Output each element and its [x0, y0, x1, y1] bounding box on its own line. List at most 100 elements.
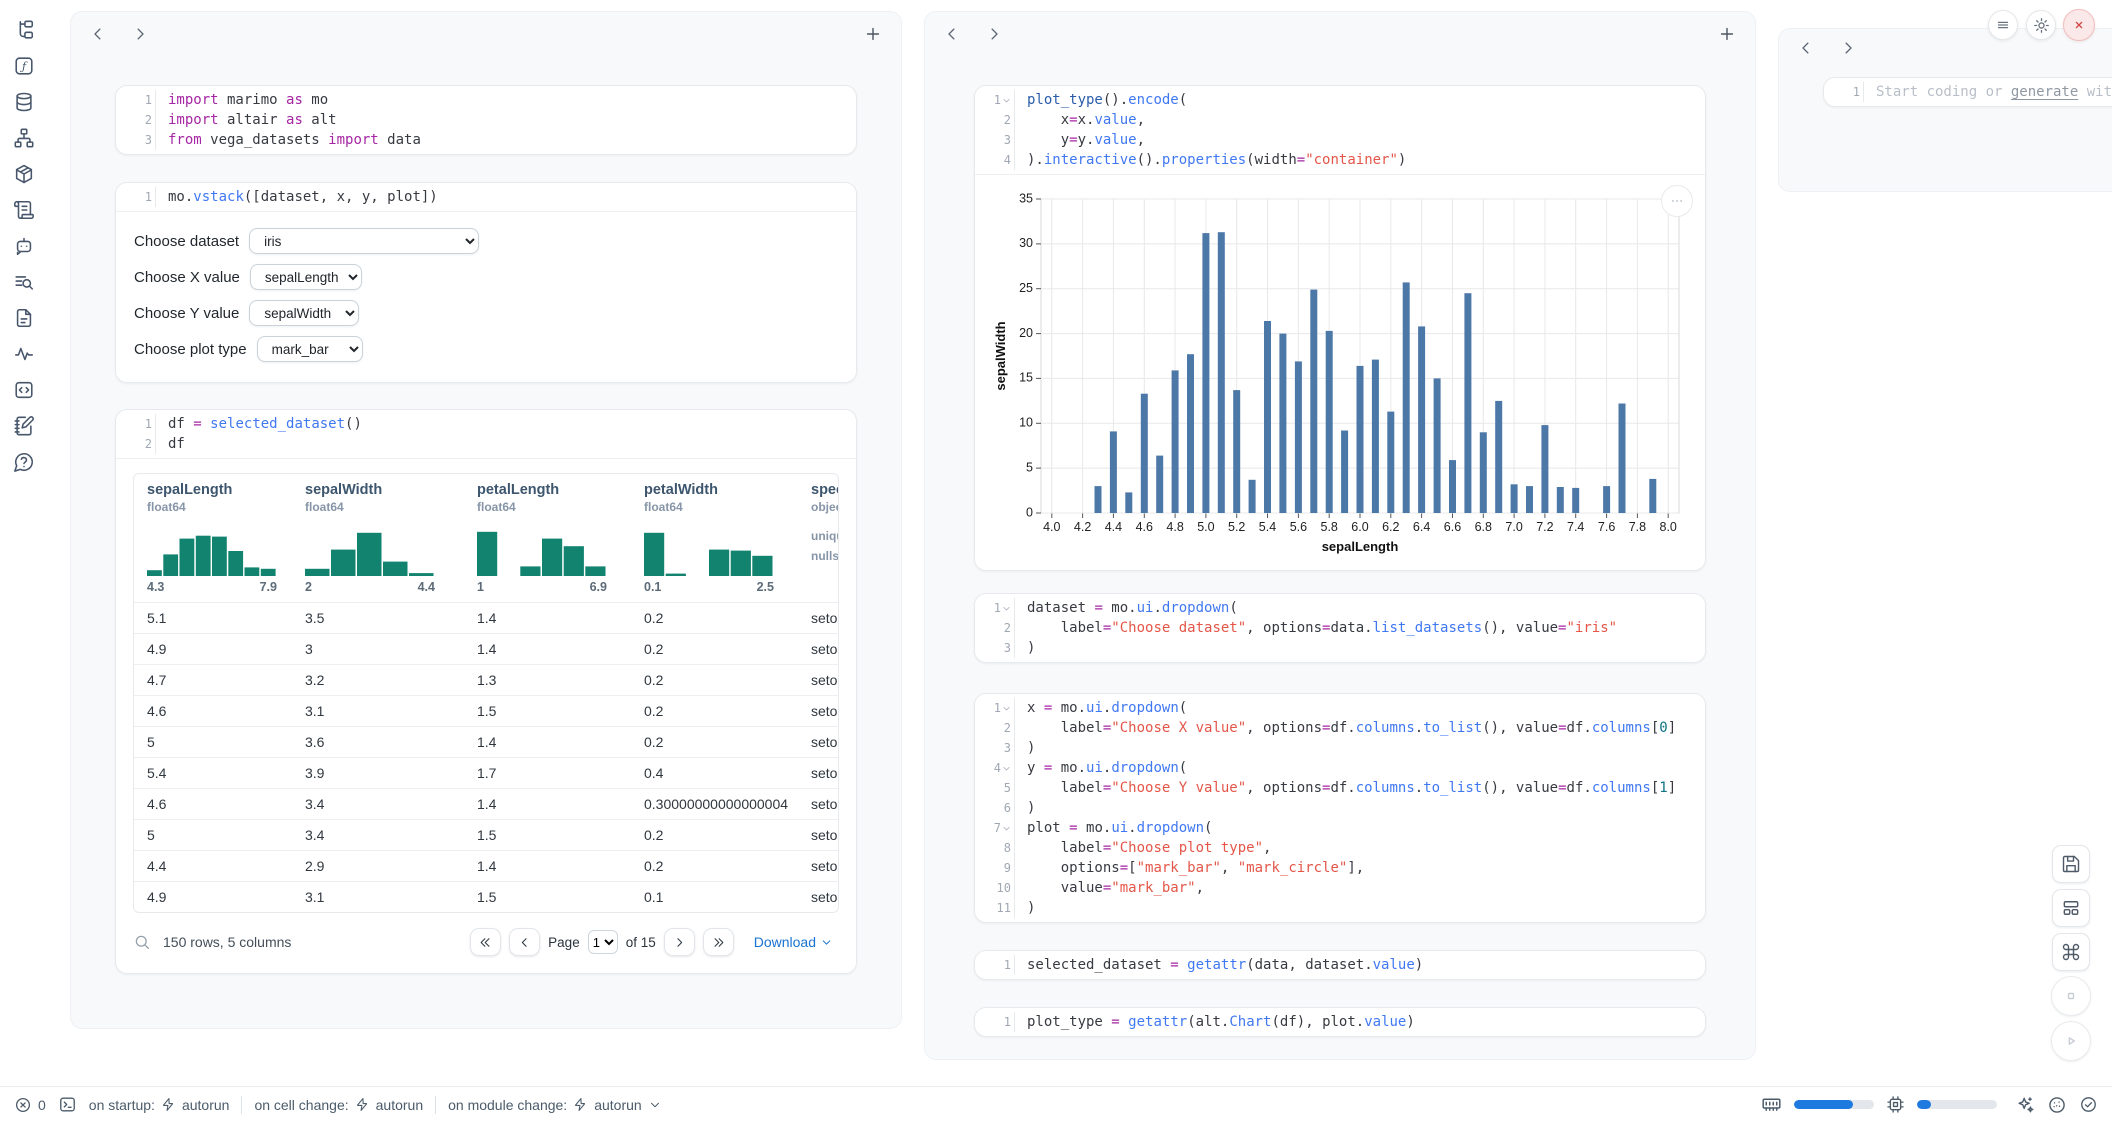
close-button[interactable] — [2063, 9, 2095, 41]
history-forward-button[interactable] — [1839, 38, 1859, 58]
sidebar-item-logs[interactable] — [11, 199, 37, 221]
column-header-sepalLength[interactable]: sepalLengthfloat644.37.9 — [134, 474, 292, 603]
svg-text:15: 15 — [1019, 371, 1033, 385]
code-token: 0 — [1659, 720, 1667, 736]
code-token: to_list — [1423, 780, 1482, 796]
sidebar-item-packages[interactable] — [11, 163, 37, 185]
next-page-button[interactable] — [664, 928, 695, 956]
cell-editor[interactable]: 1plot_type = getattr(alt.Chart(df), plot… — [975, 1008, 1705, 1036]
run-button[interactable] — [2051, 1021, 2091, 1061]
save-button[interactable] — [2052, 845, 2090, 883]
fold-chevron-icon[interactable] — [1002, 96, 1011, 105]
sidebar-item-file-explorer[interactable] — [11, 19, 37, 41]
fold-chevron-icon[interactable] — [1002, 704, 1011, 713]
code-token: ( — [1179, 92, 1187, 108]
code-line-content: import marimo as mo — [156, 90, 328, 110]
cell-editor[interactable]: 1dataset = mo.ui.dropdown(2 label="Choos… — [975, 594, 1705, 662]
code-token: "Choose Y value" — [1111, 780, 1246, 796]
ai-assist-button[interactable] — [2015, 1095, 2035, 1115]
last-page-button[interactable] — [703, 928, 734, 956]
code-token: with — [2078, 84, 2112, 100]
bar — [1110, 431, 1117, 513]
page-total: of 15 — [626, 935, 656, 950]
history-forward-button[interactable] — [131, 24, 151, 44]
zap-icon — [573, 1097, 588, 1112]
sidebar-item-chat[interactable] — [11, 235, 37, 257]
table-footer: 150 rows, 5 columnsPage1of 15Download — [133, 923, 839, 961]
sidebar-item-data-sources[interactable] — [11, 91, 37, 113]
dataset-dropdown[interactable]: iris — [249, 228, 479, 254]
run-setting-module-change[interactable]: on module change:autorun — [448, 1097, 662, 1113]
code-line-content: ) — [1015, 898, 1035, 918]
dropdown-label: Choose plot type — [134, 341, 247, 358]
history-forward-button[interactable] — [985, 24, 1005, 44]
sidebar-item-scratchpad[interactable] — [11, 415, 37, 437]
stop-button[interactable] — [2051, 976, 2091, 1016]
generate-link[interactable]: generate — [2011, 84, 2078, 100]
search-icon[interactable] — [133, 933, 151, 951]
column-header-petalLength[interactable]: petalLengthfloat6416.9 — [464, 474, 631, 603]
bar-chart[interactable]: 4.04.24.44.64.85.05.25.45.65.86.06.26.46… — [989, 187, 1691, 559]
code-token: label — [1027, 620, 1103, 636]
sidebar-item-documentation[interactable] — [11, 271, 37, 293]
code-token: dropdown — [1137, 820, 1204, 836]
settings-button[interactable] — [2026, 10, 2056, 40]
x-value-dropdown[interactable]: sepalLength — [250, 264, 362, 290]
page-select[interactable]: 1 — [588, 930, 618, 954]
column-header-sepalWidth[interactable]: sepalWidthfloat6424.4 — [292, 474, 464, 603]
history-back-button[interactable] — [943, 24, 963, 44]
cell-editor[interactable]: 1mo.vstack([dataset, x, y, plot]) — [116, 183, 856, 211]
history-back-button[interactable] — [1797, 38, 1817, 58]
y-value-dropdown[interactable]: sepalWidth — [249, 300, 359, 326]
run-setting-startup[interactable]: on startup:autorun — [89, 1097, 230, 1113]
code-token: label — [1027, 780, 1103, 796]
sidebar-item-help[interactable] — [11, 451, 37, 473]
code-token: data. — [1330, 620, 1372, 636]
sidebar-item-dependencies[interactable] — [11, 127, 37, 149]
previous-page-button[interactable] — [509, 928, 540, 956]
table: sepalLengthfloat644.37.9sepalWidthfloat6… — [134, 474, 838, 912]
terminal-button[interactable] — [58, 1095, 77, 1114]
column-type: float64 — [305, 500, 464, 514]
cell-editor[interactable]: 1Start coding or generate with — [1824, 78, 2112, 106]
sidebar-item-variables[interactable]: ƒ — [11, 55, 37, 77]
svg-text:4.4: 4.4 — [1105, 520, 1122, 534]
cell-editor[interactable]: 1import marimo as mo2import altair as al… — [116, 86, 856, 154]
connection-status-button[interactable] — [2079, 1095, 2098, 1114]
menu-button[interactable] — [1988, 10, 2018, 40]
hist-bar — [409, 573, 434, 576]
fold-chevron-icon[interactable] — [1002, 604, 1011, 613]
sidebar-item-snippets[interactable] — [11, 307, 37, 329]
add-cell-button[interactable] — [1717, 24, 1737, 44]
chart-actions-button[interactable] — [1661, 185, 1693, 217]
error-indicator[interactable]: 0 — [14, 1096, 46, 1114]
plot-type-dropdown[interactable]: mark_bar — [257, 336, 363, 362]
command-palette-button[interactable] — [2052, 933, 2090, 971]
fold-chevron-icon[interactable] — [1002, 764, 1011, 773]
first-page-button[interactable] — [470, 928, 501, 956]
code-token: ( — [1229, 600, 1237, 616]
sidebar-item-outline[interactable] — [11, 379, 37, 401]
column-header-species[interactable]: speciesobjectunique:nulls: — [798, 474, 838, 603]
fold-chevron-icon[interactable] — [1002, 824, 1011, 833]
code-cell-xy-dropdowns: 1x = mo.ui.dropdown(2 label="Choose X va… — [974, 693, 1706, 923]
bar — [1464, 293, 1471, 513]
column-header-petalWidth[interactable]: petalWidthfloat640.12.5 — [631, 474, 798, 603]
cell-editor[interactable]: 1selected_dataset = getattr(data, datase… — [975, 951, 1705, 979]
mascot-button[interactable] — [2047, 1095, 2067, 1115]
cell-editor[interactable]: 1plot_type().encode(2 x=x.value,3 y=y.va… — [975, 86, 1705, 174]
code-line-content: selected_dataset = getattr(data, dataset… — [1015, 955, 1423, 975]
code-line: 2import altair as alt — [116, 110, 856, 130]
add-cell-button[interactable] — [863, 24, 883, 44]
history-back-button[interactable] — [89, 24, 109, 44]
notebook-column-right: 1Start coding or generate with — [1778, 28, 2112, 192]
cell-editor[interactable]: 1df = selected_dataset()2df — [116, 410, 856, 458]
download-button[interactable]: Download — [748, 933, 839, 951]
column-type: float64 — [477, 500, 631, 514]
cell-editor[interactable]: 1x = mo.ui.dropdown(2 label="Choose X va… — [975, 694, 1705, 922]
run-setting-cell-change[interactable]: on cell change:autorun — [254, 1097, 423, 1113]
layout-button[interactable] — [2052, 889, 2090, 927]
hist-bar — [383, 562, 408, 576]
bar — [1279, 334, 1286, 513]
sidebar-item-tracing[interactable] — [11, 343, 37, 365]
